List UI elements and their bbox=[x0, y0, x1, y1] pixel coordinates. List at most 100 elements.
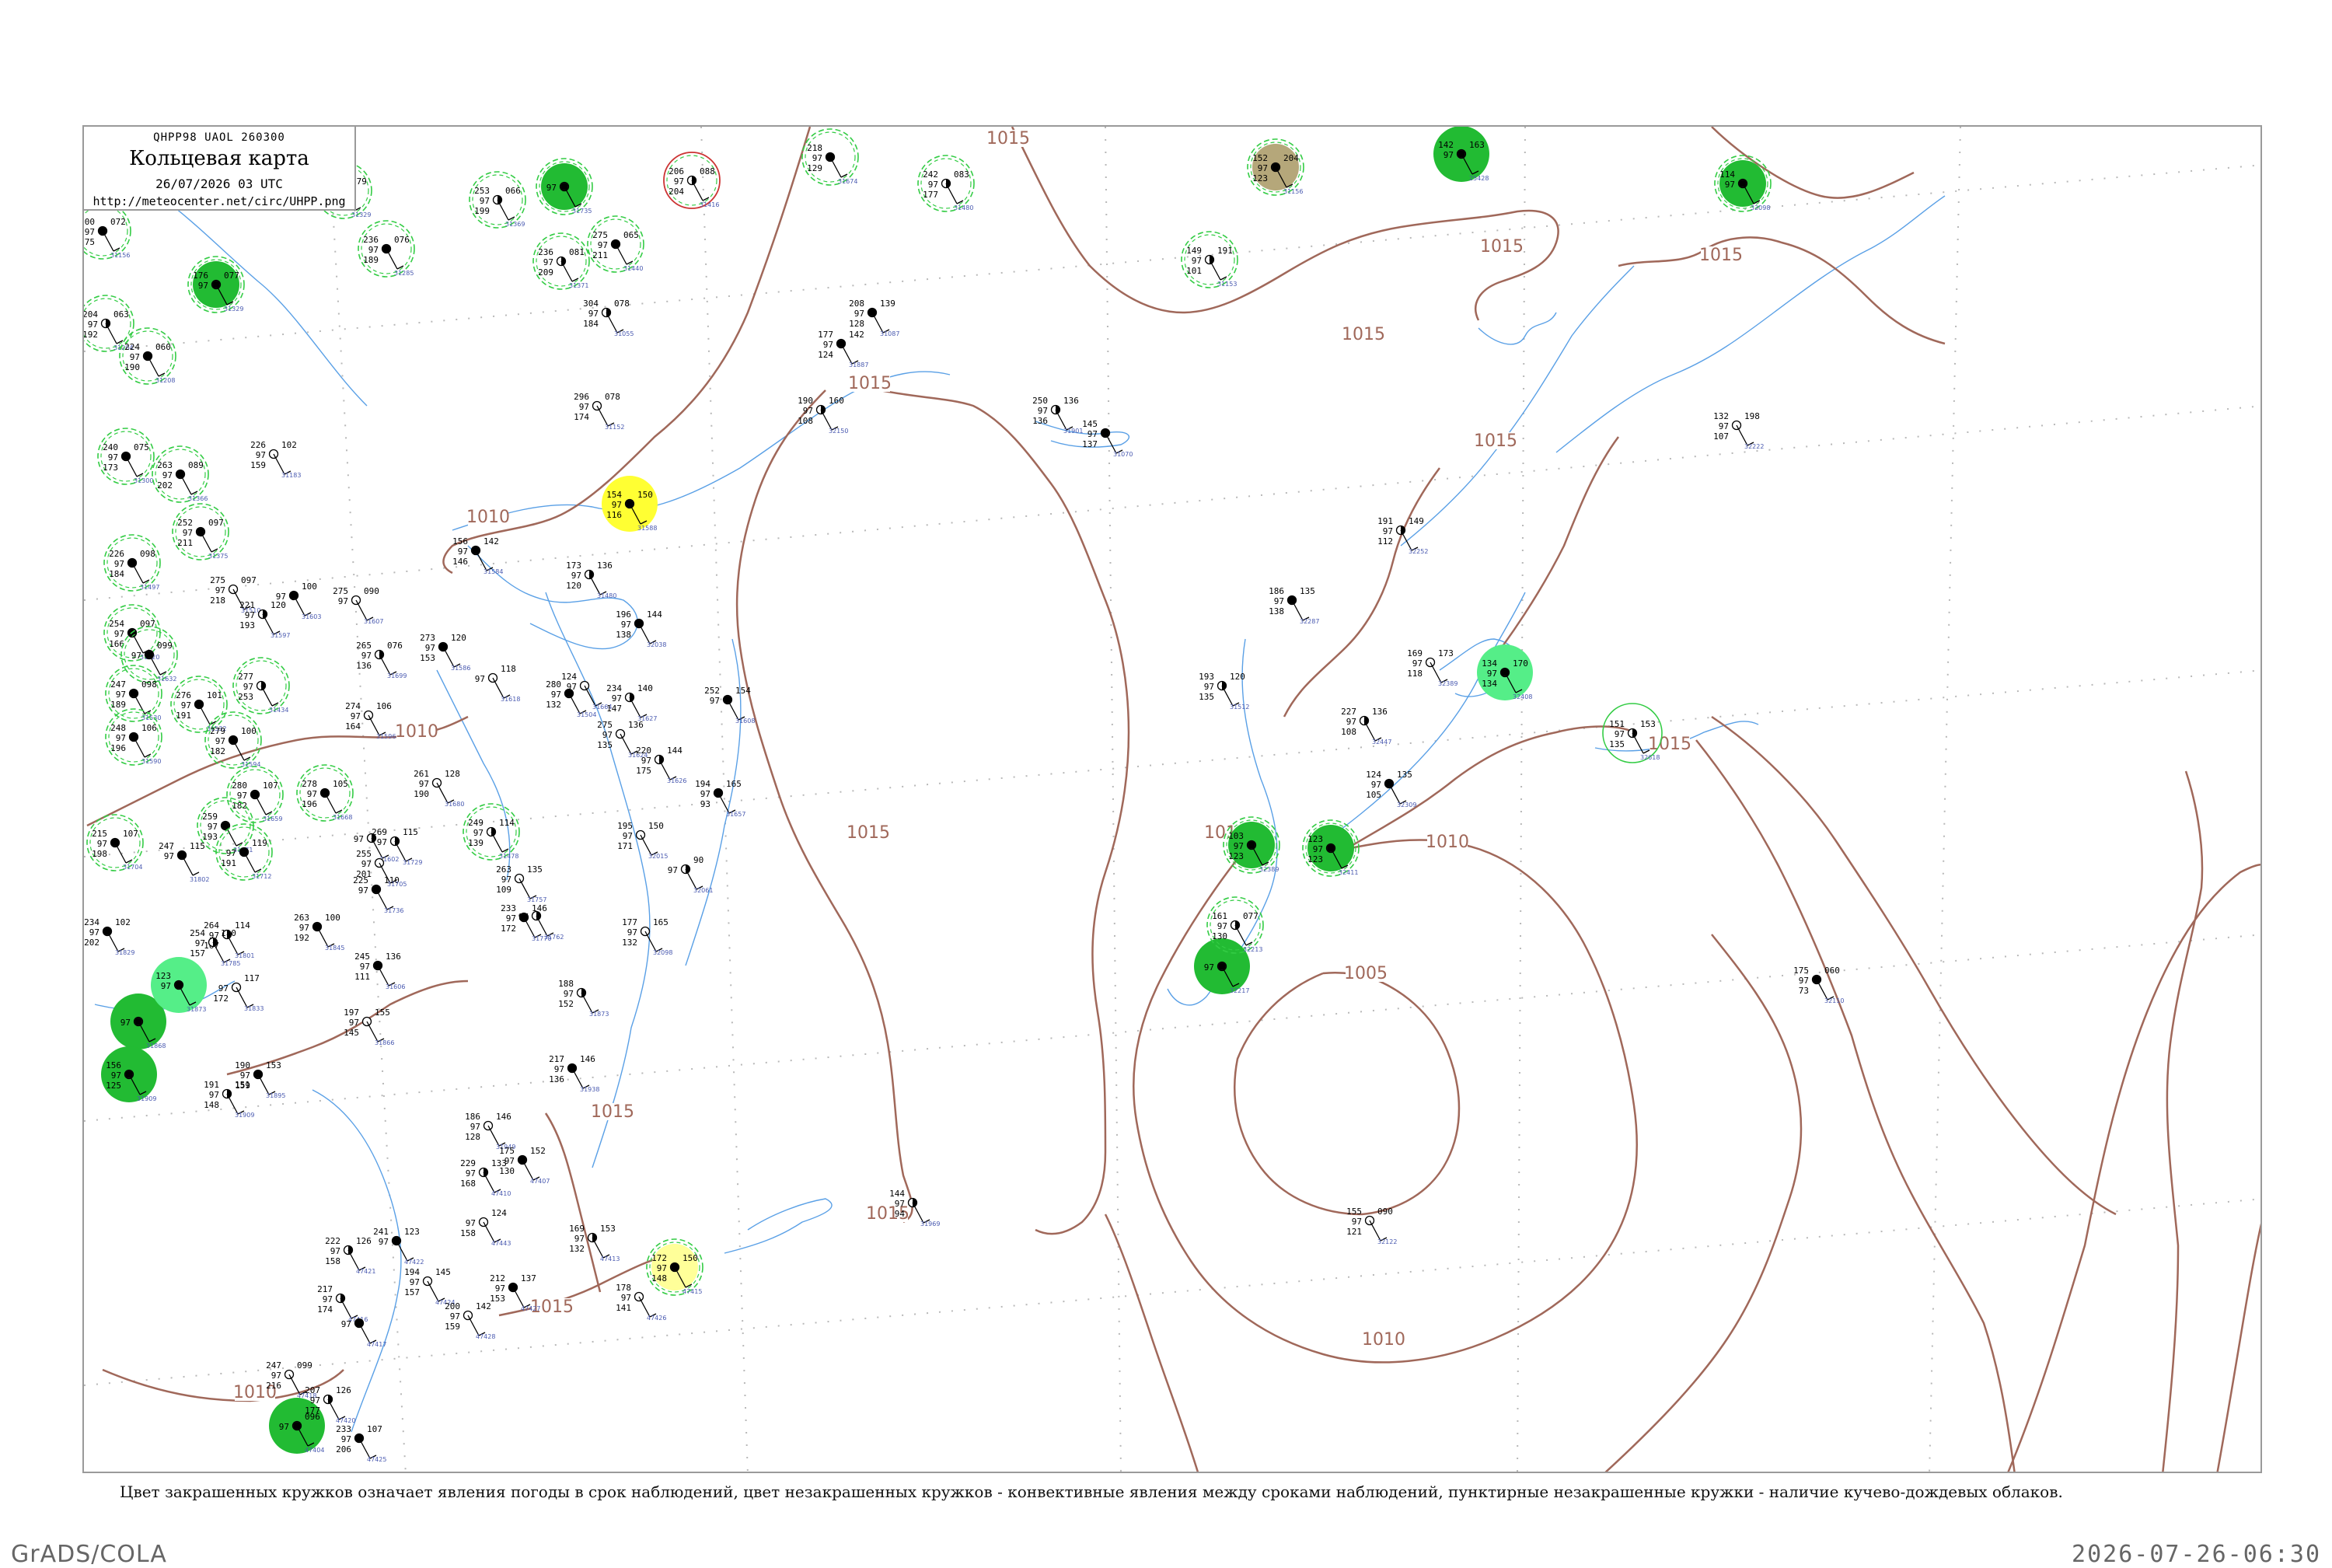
station-47428[interactable]: 20097159 142 47428 bbox=[445, 1301, 495, 1340]
station-31668[interactable]: 27897196 105 31668 bbox=[296, 764, 354, 822]
station-31699[interactable]: 26597136 076 31699 bbox=[356, 641, 407, 679]
station-31156b[interactable]: 20097175 072 31156 bbox=[84, 202, 131, 260]
station-32447[interactable]: 22797108 136 32447 bbox=[1341, 707, 1391, 746]
station-32098[interactable]: 11497 32098 bbox=[1714, 155, 1772, 212]
station-value: 220 bbox=[636, 746, 651, 756]
station-31680[interactable]: 26197190 128 31680 bbox=[414, 769, 464, 808]
station-32038[interactable]: 19697138 144 32038 bbox=[616, 609, 666, 648]
station-31735[interactable]: 97 31735 bbox=[536, 158, 593, 215]
station-32150[interactable]: 19097108 160 32150 bbox=[798, 396, 848, 435]
station-31607[interactable]: 27597 090 31607 bbox=[333, 586, 383, 625]
station-32015[interactable]: 19597171 150 32015 bbox=[617, 821, 668, 860]
station-31369[interactable]: 25397199 066 31369 bbox=[469, 171, 526, 229]
station-31606[interactable]: 24597111 136 31606 bbox=[354, 952, 405, 990]
station-32061[interactable]: 97 90 32061 bbox=[668, 855, 714, 894]
station-31416[interactable]: 20697204 088 31416 bbox=[663, 152, 721, 209]
station-31608[interactable]: 25297 154 31608 bbox=[704, 686, 755, 725]
station-31478[interactable]: 24997139 114 31478 bbox=[463, 803, 520, 861]
station-31833[interactable]: 97172 117 31833 bbox=[213, 973, 264, 1012]
station-47413[interactable]: 16997132 153 47413 bbox=[569, 1224, 620, 1262]
station-value: 146 bbox=[580, 1054, 595, 1064]
station-dew-mark: 97 bbox=[85, 227, 95, 237]
station-31597[interactable]: 2219719312031597 bbox=[239, 600, 290, 639]
station-31588[interactable]: 15497116 150 31588 bbox=[602, 476, 658, 532]
station-47407[interactable]: 17597130 152 47407 bbox=[499, 1146, 550, 1185]
station-value: 124 bbox=[818, 350, 833, 360]
station-31770[interactable]: 23397172 146 31770 bbox=[501, 903, 551, 942]
station-31603[interactable]: 97 100 31603 bbox=[276, 581, 322, 620]
station-31829[interactable]: 23497202 102 31829 bbox=[84, 917, 134, 956]
station-32408[interactable]: 13497134 170 32408 bbox=[1477, 644, 1533, 700]
station-47425[interactable]: 23397206 107 47425 bbox=[336, 1424, 386, 1463]
station-value: 148 bbox=[204, 1100, 219, 1110]
station-31845[interactable]: 26397192 100 31845 bbox=[294, 913, 344, 952]
station-31586[interactable]: 27397153 120 31586 bbox=[420, 633, 470, 672]
station-31909[interactable]: 15697125 31909 bbox=[101, 1046, 157, 1102]
station-31371[interactable]: 23697209 081 31371 bbox=[532, 232, 590, 290]
station-31055[interactable]: 30497184 078 31055 bbox=[583, 299, 634, 337]
station-47427[interactable]: 21297153 137 47427 bbox=[490, 1273, 540, 1312]
station-31512[interactable]: 19397135 120 31512 bbox=[1199, 672, 1249, 711]
station-47421[interactable]: 22297158 126 47421 bbox=[325, 1236, 375, 1275]
station-47426[interactable]: 17897141 47426 bbox=[616, 1283, 666, 1322]
station-31152[interactable]: 29697174 078 31152 bbox=[574, 392, 624, 431]
station-31480b[interactable]: 17397120 136 31480 bbox=[566, 560, 616, 599]
station-31208[interactable]: 22497190 060 31208 bbox=[119, 327, 176, 385]
station-47443[interactable]: 97158 124 47443 bbox=[460, 1208, 511, 1247]
station-31329[interactable]: 17697 077 31329 bbox=[187, 256, 245, 313]
station-31156[interactable]: 15297123 204 31156 bbox=[1247, 138, 1304, 196]
station-id: 32213 bbox=[1243, 946, 1262, 953]
station-31532[interactable]: 2769719110131532 bbox=[170, 676, 228, 733]
station-31626[interactable]: 22097175 144 31626 bbox=[636, 746, 686, 784]
station-31285[interactable]: 23697189 076 31285 bbox=[358, 220, 415, 278]
station-31594[interactable]: 27997182 100 31594 bbox=[204, 711, 262, 769]
station-47424[interactable]: 1949715714547424 bbox=[404, 1267, 455, 1306]
station-31704[interactable]: 21597198 107 31704 bbox=[86, 814, 144, 871]
station-31070[interactable]: 14597137 31070 bbox=[1082, 419, 1133, 458]
station-47415[interactable]: 17297148 150 47415 bbox=[646, 1238, 703, 1296]
station-value: 105 bbox=[1366, 790, 1381, 800]
station-31183[interactable]: 22697159 102 31183 bbox=[250, 440, 301, 479]
station-31627[interactable]: 2349714714031627 bbox=[606, 683, 657, 722]
station-25428[interactable]: 14297 163 25428 bbox=[1433, 127, 1489, 182]
station-31596[interactable]: 27497164 106 31596 bbox=[345, 701, 396, 740]
station-31873[interactable]: 12397 31873 bbox=[151, 957, 207, 1013]
isobar-label: 1005 bbox=[1344, 964, 1388, 983]
station-47417[interactable]: 97 47417 bbox=[341, 1318, 387, 1349]
station-32389b[interactable]: 16997118 173 32389 bbox=[1407, 648, 1458, 687]
station-32287[interactable]: 18697138 135 32287 bbox=[1269, 586, 1319, 625]
station-31375[interactable]: 25297211 097 31375 bbox=[172, 503, 229, 560]
station-31618[interactable]: 97 118 31618 bbox=[475, 664, 521, 703]
station-31440[interactable]: 27597211 065 31440 bbox=[587, 215, 644, 273]
station-47416[interactable]: 2179717447416 bbox=[317, 1284, 368, 1323]
station-47410[interactable]: 2299716813347410 bbox=[460, 1158, 511, 1197]
station-31434[interactable]: 27797253 31434 bbox=[232, 657, 290, 714]
station-32411[interactable]: 12397123 32411 bbox=[1302, 819, 1360, 877]
station-31657[interactable]: 1949793 165 31657 bbox=[695, 779, 745, 818]
station-31659[interactable]: 28097182 107 31659 bbox=[226, 766, 284, 823]
station-31757[interactable]: 26397109 135 31757 bbox=[496, 864, 546, 903]
station-31300[interactable]: 24097173 075 31300 bbox=[97, 428, 155, 485]
station-31712[interactable]: 97191 119 31712 bbox=[215, 823, 273, 881]
station-32098b[interactable]: 17797132 165 32098 bbox=[622, 917, 672, 956]
station-32110[interactable]: 1759773 060 32110 bbox=[1793, 966, 1844, 1004]
station-32252[interactable]: 19197112 149 32252 bbox=[1377, 516, 1428, 555]
station-dew-mark: 97 bbox=[543, 257, 553, 267]
station-32222[interactable]: 13297107 198 32222 bbox=[1713, 411, 1764, 450]
station-31895[interactable]: 19097159 153 31895 bbox=[235, 1060, 285, 1099]
station-31480[interactable]: 24297177 083 31480 bbox=[917, 155, 975, 212]
station-31366[interactable]: 26397202 089 31366 bbox=[152, 445, 209, 503]
station-32618[interactable]: 15197135 153 32618 bbox=[1602, 703, 1663, 763]
station-value: 121 bbox=[1346, 1227, 1362, 1237]
station-31938[interactable]: 21797136 146 31938 bbox=[549, 1054, 599, 1093]
station-31153[interactable]: 14997101 191 31153 bbox=[1181, 231, 1238, 288]
station-31887[interactable]: 17797124 142 31887 bbox=[818, 330, 868, 368]
station-31674[interactable]: 21897129 31674 bbox=[801, 128, 859, 186]
station-31949[interactable]: 1869712814631949 bbox=[465, 1112, 515, 1151]
station-31866[interactable]: 19797145 155 31866 bbox=[344, 1008, 394, 1046]
station-value: 222 bbox=[325, 1236, 340, 1246]
station-31530[interactable]: 24797189 098 31530 bbox=[105, 665, 162, 722]
station-value: 090 bbox=[364, 586, 379, 596]
station-31497[interactable]: 22697184 098 31497 bbox=[103, 534, 161, 592]
station-31873b[interactable]: 18897152 31873 bbox=[558, 979, 609, 1018]
